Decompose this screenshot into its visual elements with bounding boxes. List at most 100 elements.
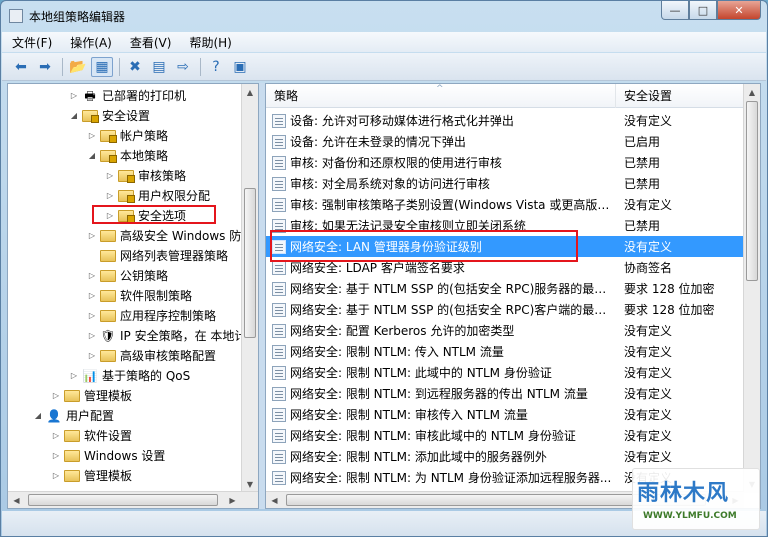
expand-triangle-icon[interactable]: ▷	[68, 366, 80, 386]
tree-item[interactable]: ▷ 高级审核策略配置	[86, 346, 216, 366]
window-controls: — □ ✕	[661, 1, 761, 21]
list-row[interactable]: 设备: 允许在未登录的情况下弹出 已启用	[266, 131, 744, 152]
list-row[interactable]: 审核: 对全局系统对象的访问进行审核 已禁用	[266, 173, 744, 194]
scroll-right-arrow-icon[interactable]: ▶	[224, 492, 241, 508]
list-row[interactable]: 网络安全: 基于 NTLM SSP 的(包括安全 RPC)服务器的最小... 要求…	[266, 278, 744, 299]
help-icon[interactable]: ?	[205, 57, 227, 77]
show-hide-icon[interactable]: ▣	[229, 57, 251, 77]
tree-item[interactable]: ▷ 高级安全 Windows 防火墙	[86, 226, 258, 246]
highlight-box-list	[270, 230, 578, 262]
tree-item[interactable]: ◢ 安全设置	[68, 106, 150, 126]
expand-triangle-icon[interactable]: ▷	[104, 186, 116, 206]
list-row[interactable]: 网络安全: 限制 NTLM: 传入 NTLM 流量 没有定义	[266, 341, 744, 362]
list-scroll-up-arrow-icon[interactable]: ▲	[744, 84, 760, 101]
expand-triangle-icon[interactable]: ▷	[104, 166, 116, 186]
expand-triangle-icon[interactable]: ▷	[86, 306, 98, 326]
expand-triangle-icon[interactable]: ▷	[50, 386, 62, 406]
list-row[interactable]: 网络安全: 限制 NTLM: 此域中的 NTLM 身份验证 没有定义	[266, 362, 744, 383]
column-header-policy[interactable]: 策略 ^	[266, 84, 616, 108]
expand-triangle-icon[interactable]: ▷	[50, 446, 62, 466]
column-header-setting[interactable]: 安全设置	[616, 84, 744, 108]
policy-name: 网络安全: 基于 NTLM SSP 的(包括安全 RPC)服务器的最小...	[290, 282, 616, 296]
folder-up-icon[interactable]: 📂	[67, 57, 89, 77]
list-row[interactable]: 网络安全: 限制 NTLM: 审核传入 NTLM 流量 没有定义	[266, 404, 744, 425]
policy-name: 网络安全: 限制 NTLM: 传入 NTLM 流量	[290, 345, 504, 359]
tree-item[interactable]: 网络列表管理器策略	[86, 246, 228, 266]
tree-item-label: Windows 设置	[84, 449, 166, 463]
policy-setting-icon	[272, 176, 286, 191]
list-row[interactable]: 网络安全: 基于 NTLM SSP 的(包括安全 RPC)客户端的最小... 要求…	[266, 299, 744, 320]
secure-folder-icon	[118, 170, 135, 183]
list-scroll-thumb[interactable]	[746, 101, 758, 281]
tree-hscroll-thumb[interactable]	[28, 494, 218, 506]
tree-item[interactable]: ▷ 软件设置	[50, 426, 132, 446]
folder-icon	[100, 290, 116, 302]
policy-name: 审核: 强制审核策略子类别设置(Windows Vista 或更高版本...	[290, 198, 616, 212]
tree-item[interactable]: ▷ 帐户策略	[86, 126, 168, 146]
tree-vertical-scrollbar[interactable]: ▲ ▼	[241, 84, 258, 493]
toolbar: ⬅ ➡ 📂 ▦ ✖ ▤ ⇨? ▣	[2, 53, 766, 81]
expand-triangle-icon[interactable]: ▷	[50, 426, 62, 446]
back-arrow-icon[interactable]: ⬅	[10, 57, 32, 77]
expand-triangle-icon[interactable]: ▷	[86, 326, 98, 346]
menu-action[interactable]: 操作(A)	[70, 34, 112, 51]
tree-item[interactable]: ◢ 本地策略	[86, 146, 168, 166]
close-button[interactable]: ✕	[717, 1, 761, 20]
tree-horizontal-scrollbar[interactable]: ◀ ▶	[8, 491, 258, 508]
toolbar-separator	[119, 57, 120, 76]
list-scroll-left-arrow-icon[interactable]: ◀	[266, 492, 283, 508]
list-row[interactable]: 设备: 允许对可移动媒体进行格式化并弹出 没有定义	[266, 110, 744, 131]
watermark-url: WWW.YLMFU.COM	[643, 511, 737, 521]
collapse-triangle-icon[interactable]: ◢	[86, 146, 98, 166]
list-row[interactable]: 网络安全: 限制 NTLM: 到远程服务器的传出 NTLM 流量 没有定义	[266, 383, 744, 404]
tree-scroll-thumb[interactable]	[244, 188, 256, 338]
forward-arrow-icon[interactable]: ➡	[34, 57, 56, 77]
collapse-triangle-icon[interactable]: ◢	[68, 106, 80, 126]
collapse-triangle-icon[interactable]: ◢	[32, 406, 44, 426]
minimize-button[interactable]: —	[661, 1, 689, 20]
tree-item[interactable]: ▷ 应用程序控制策略	[86, 306, 216, 326]
list-row[interactable]: 网络安全: 限制 NTLM: 审核此域中的 NTLM 身份验证 没有定义	[266, 425, 744, 446]
tree-item-label: 应用程序控制策略	[120, 309, 217, 323]
delete-icon[interactable]: ✖	[124, 57, 146, 77]
list-row[interactable]: 网络安全: 配置 Kerberos 允许的加密类型 没有定义	[266, 320, 744, 341]
expand-triangle-icon[interactable]: ▷	[86, 226, 98, 246]
tree-item[interactable]: ▷ 📊 基于策略的 QoS	[68, 366, 190, 386]
list-row[interactable]: 审核: 对备份和还原权限的使用进行审核 已禁用	[266, 152, 744, 173]
properties-icon[interactable]: ▤	[148, 57, 170, 77]
tree-item[interactable]: ▷ 审核策略	[104, 166, 186, 186]
tree-item[interactable]: ▷ 🛡 IP 安全策略，在 本地计算机	[86, 326, 258, 346]
menu-help[interactable]: 帮助(H)	[189, 34, 231, 51]
export-icon[interactable]: ⇨	[172, 57, 194, 77]
expand-triangle-icon[interactable]: ▷	[86, 266, 98, 286]
list-vertical-scrollbar[interactable]: ▲ ▼	[743, 84, 760, 493]
expand-triangle-icon[interactable]: ▷	[68, 86, 80, 106]
expand-triangle-icon[interactable]: ▷	[86, 126, 98, 146]
scroll-left-arrow-icon[interactable]: ◀	[8, 492, 25, 508]
secure-folder-icon	[82, 110, 99, 123]
policy-setting-icon	[272, 260, 286, 275]
expand-triangle-icon[interactable]: ▷	[86, 286, 98, 306]
console-tree-icon[interactable]: ▦	[91, 56, 113, 77]
tree-item[interactable]: ▷ 公钥策略	[86, 266, 168, 286]
list-row[interactable]: 网络安全: 限制 NTLM: 添加此域中的服务器例外 没有定义	[266, 446, 744, 467]
menu-view[interactable]: 查看(V)	[130, 34, 172, 51]
tree-item[interactable]: ▷ 管理模板	[50, 386, 132, 406]
policy-value: 已启用	[624, 135, 661, 149]
tree-item[interactable]: ▷ 🖶 已部署的打印机	[68, 86, 186, 106]
expand-triangle-icon[interactable]: ▷	[86, 346, 98, 366]
tree-item[interactable]: ◢ 👤 用户配置	[32, 406, 114, 426]
tree-item[interactable]: ▷ 管理模板	[50, 466, 132, 486]
tree-item[interactable]: ▷ 软件限制策略	[86, 286, 192, 306]
tree-item-label: 网络列表管理器策略	[120, 249, 229, 263]
maximize-button[interactable]: □	[689, 1, 717, 20]
tree-item-label: 高级审核策略配置	[120, 349, 217, 363]
tree-item[interactable]: ▷ Windows 设置	[50, 446, 165, 466]
scroll-up-arrow-icon[interactable]: ▲	[242, 84, 258, 101]
list-row[interactable]: 审核: 强制审核策略子类别设置(Windows Vista 或更高版本... 没有…	[266, 194, 744, 215]
expand-triangle-icon[interactable]: ▷	[50, 466, 62, 486]
menu-file[interactable]: 文件(F)	[12, 34, 52, 51]
policy-value: 没有定义	[624, 387, 673, 401]
tree-item[interactable]: ▷ 用户权限分配	[104, 186, 210, 206]
title-bar[interactable]: 本地组策略编辑器 — □ ✕	[1, 1, 767, 31]
